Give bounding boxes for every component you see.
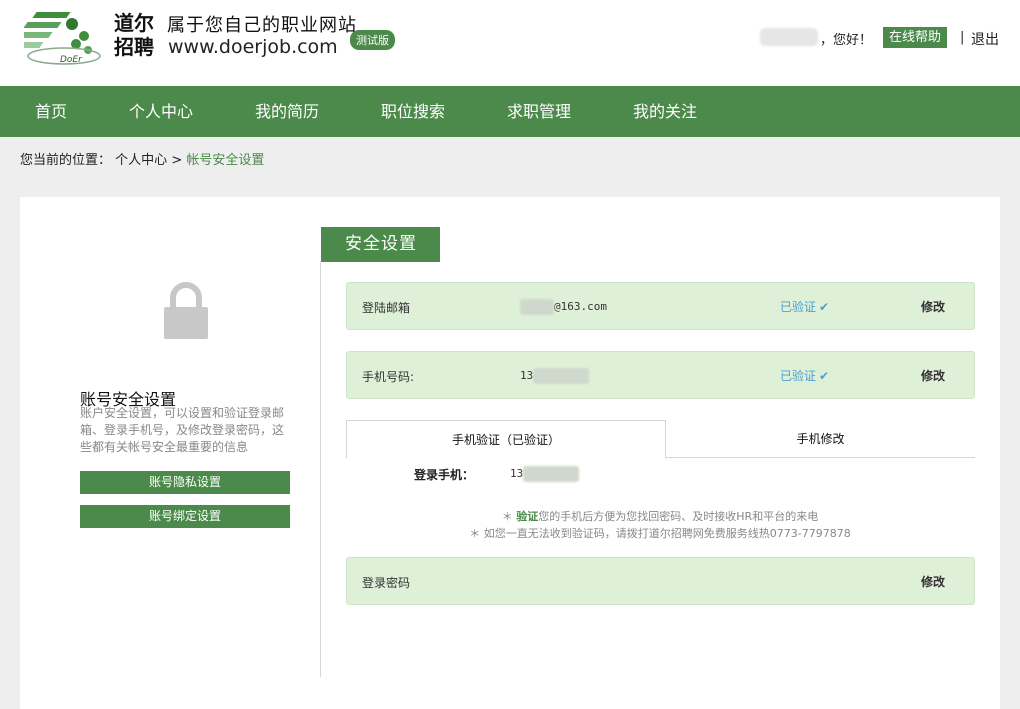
nav-job-search[interactable]: 职位搜索 <box>381 86 445 137</box>
verify-note-star: ＊ <box>501 510 513 523</box>
beta-badge: 测试版 <box>350 30 395 50</box>
brand-name-line2: 招聘 <box>114 35 154 59</box>
tab-phone-modify[interactable]: 手机修改 <box>666 420 975 458</box>
phone-label: 手机号码: <box>362 370 415 384</box>
tab-phone-verify[interactable]: 手机验证（已验证） <box>346 420 666 459</box>
lock-icon <box>164 282 208 339</box>
header-separator: | <box>960 30 965 45</box>
password-label: 登录密码 <box>362 576 411 590</box>
phone-status-text: 已验证 <box>780 369 817 383</box>
logout-link[interactable]: 退出 <box>971 29 999 49</box>
email-label: 登陆邮箱 <box>362 301 411 315</box>
breadcrumb-parent[interactable]: 个人中心 <box>115 153 167 168</box>
nav-home[interactable]: 首页 <box>35 86 67 137</box>
phone-row: 手机号码: 13 已验证 ✔ 修改 <box>346 351 975 399</box>
email-row: 登陆邮箱 @163.com 已验证 ✔ 修改 <box>346 282 975 330</box>
privacy-settings-button[interactable]: 账号隐私设置 <box>80 471 290 494</box>
email-status-text: 已验证 <box>780 300 817 314</box>
login-phone-redacted <box>523 466 580 482</box>
verify-note: ＊ 验证您的手机后方便为您找回密码、及时接收HR和平台的来电 <box>320 508 1000 524</box>
header: DoEr 道尔 招聘 属于您自己的职业网站 www.doerjob.com 测试… <box>0 0 1020 86</box>
login-phone-label: 登录手机： <box>414 468 475 482</box>
email-edit-button[interactable]: 修改 <box>921 298 945 315</box>
nav-my-resume[interactable]: 我的简历 <box>255 86 319 137</box>
breadcrumb-prefix: 您当前的位置： <box>20 153 112 168</box>
sidebar-description: 账户安全设置，可以设置和验证登录邮箱、登录手机号，及修改登录密码，这些都有关帐号… <box>80 406 285 454</box>
brand-name-line1: 道尔 <box>114 11 154 35</box>
nav-my-follows[interactable]: 我的关注 <box>633 86 697 137</box>
email-value: @163.com <box>520 299 607 315</box>
online-help-button[interactable]: 在线帮助 <box>883 27 948 48</box>
login-phone-value: 13 <box>510 466 580 482</box>
breadcrumb-current: 帐号安全设置 <box>186 153 265 168</box>
slogan: 属于您自己的职业网站 <box>167 15 357 36</box>
phone-value: 13 <box>520 368 590 384</box>
email-redacted <box>520 299 554 315</box>
check-icon: ✔ <box>819 300 830 314</box>
doer-logo-icon[interactable]: DoEr <box>24 10 104 68</box>
username-redacted <box>760 28 818 46</box>
phone-sub-tabs: 手机验证（已验证） 手机修改 <box>346 420 975 459</box>
phone-prefix: 13 <box>520 369 534 382</box>
brand-name: 道尔 招聘 <box>114 11 164 59</box>
greeting-text: ，您好！ <box>820 33 873 48</box>
phone-edit-button[interactable]: 修改 <box>921 367 945 384</box>
check-icon: ✔ <box>819 369 830 383</box>
login-phone-prefix: 13 <box>510 467 524 480</box>
email-domain: @163.com <box>554 300 607 313</box>
security-settings-tab[interactable]: 安全设置 <box>321 227 440 262</box>
phone-redacted <box>533 368 590 384</box>
site-domain: www.doerjob.com <box>168 36 338 58</box>
verify-note-bold: 验证 <box>516 510 539 523</box>
phone-status: 已验证 ✔ <box>780 367 829 384</box>
breadcrumb-arrow: > <box>171 153 183 168</box>
logo-text: DoEr <box>60 55 83 65</box>
password-edit-button[interactable]: 修改 <box>921 573 945 590</box>
breadcrumb: 您当前的位置： 个人中心 > 帐号安全设置 <box>20 149 264 168</box>
binding-settings-button[interactable]: 账号绑定设置 <box>80 505 290 528</box>
verify-note-text: 您的手机后方便为您找回密码、及时接收HR和平台的来电 <box>538 510 819 523</box>
main-card: 账号安全设置 账户安全设置，可以设置和验证登录邮箱、登录手机号，及修改登录密码，… <box>20 197 1000 709</box>
hotline-note: ＊ 如您一直无法收到验证码，请拨打道尔招聘网免费服务线热0773-7797878 <box>469 527 851 540</box>
nav-job-management[interactable]: 求职管理 <box>507 86 571 137</box>
main-nav: 首页 个人中心 我的简历 职位搜索 求职管理 我的关注 <box>0 86 1020 137</box>
email-status: 已验证 ✔ <box>780 298 829 315</box>
password-row: 登录密码 修改 <box>346 557 975 605</box>
divider <box>320 261 321 677</box>
nav-personal-center[interactable]: 个人中心 <box>129 86 193 137</box>
